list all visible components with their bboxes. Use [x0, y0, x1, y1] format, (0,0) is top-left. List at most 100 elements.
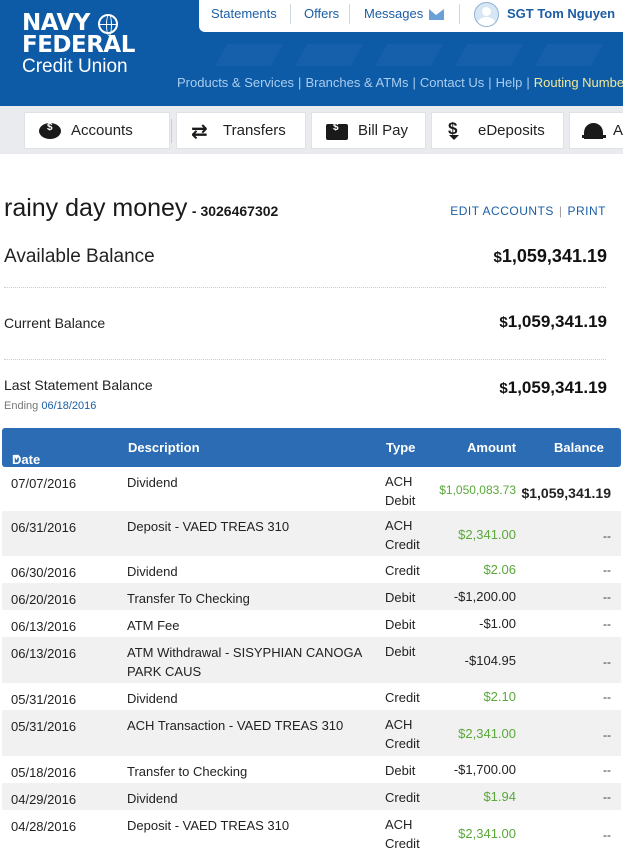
transfer-arrows-icon [191, 119, 213, 144]
available-balance-value: $1,059,341.19 [493, 246, 607, 266]
header-decoration [199, 44, 623, 66]
statements-link[interactable]: Statements [211, 6, 277, 21]
transaction-date: 06/30/2016 [11, 565, 77, 580]
transaction-description: Deposit - VAED TREAS 310 [127, 818, 290, 833]
mail-icon[interactable] [429, 9, 444, 20]
available-balance-label: Available Balance [4, 246, 155, 267]
transaction-description: Deposit - VAED TREAS 310 [127, 519, 290, 534]
transaction-description: ACH Transaction - VAED TREAS 310 [127, 718, 344, 733]
balance-column-header: Balance [554, 440, 604, 455]
table-row[interactable]: 05/18/2016 Transfer to Checking Debit -$1,7… [2, 756, 621, 783]
transaction-date: 05/18/2016 [11, 765, 77, 780]
table-row[interactable]: 06/20/2016 Transfer To Checking Debit -$1,2… [2, 583, 621, 610]
edit-accounts-link[interactable]: EDIT ACCOUNTS [450, 204, 554, 218]
tab-more[interactable]: A [569, 112, 623, 149]
transaction-type: Debit [385, 644, 416, 659]
description-column-header: Description [128, 440, 200, 455]
transaction-description: Dividend [127, 691, 178, 706]
current-balance-value: $1,059,341.19 [499, 312, 607, 331]
offers-link[interactable]: Offers [304, 6, 339, 21]
nav-products-services[interactable]: Products & Services [177, 75, 294, 90]
print-link[interactable]: PRINT [568, 204, 607, 218]
nav-routing-number[interactable]: Routing Number [534, 75, 623, 90]
table-row[interactable]: 07/07/2016 Dividend ACH Debit $1,050,083.73… [2, 467, 621, 511]
table-row[interactable]: 06/13/2016 ATM Fee Debit -$1.00 -- [2, 610, 621, 637]
running-balance: -- [603, 790, 611, 804]
nav-branches-atms[interactable]: Branches & ATMs [305, 75, 408, 90]
table-row[interactable]: 04/29/2016 Dividend Credit $1.94 -- [2, 783, 621, 810]
transaction-type: Debit [385, 763, 416, 778]
transaction-date: 04/29/2016 [11, 792, 77, 807]
divider [459, 4, 460, 24]
transaction-type: ACH Credit [385, 817, 420, 851]
tab-transfers[interactable]: Transfers [176, 112, 306, 149]
transaction-description: ATM Fee [127, 618, 180, 633]
tab-edeposits[interactable]: eDeposits [431, 112, 564, 149]
type-column-header: Type [386, 440, 416, 455]
running-balance: -- [603, 529, 611, 543]
nav-help[interactable]: Help [496, 75, 523, 90]
transaction-type: Debit [385, 617, 416, 632]
running-balance: -- [603, 655, 611, 669]
avatar[interactable] [474, 2, 499, 27]
tab-label: Bill Pay [358, 122, 409, 139]
transaction-description: Transfer To Checking [127, 591, 250, 606]
tab-label: eDeposits [478, 122, 545, 139]
tab-label: Accounts [71, 122, 133, 139]
divider [290, 4, 291, 24]
transaction-date: 07/07/2016 [11, 476, 77, 491]
transaction-date: 04/28/2016 [11, 819, 77, 834]
running-balance: $1,059,341.19 [521, 485, 611, 501]
globe-icon [98, 14, 118, 36]
transaction-type: ACH Debit [385, 474, 416, 508]
transaction-date: 06/20/2016 [11, 592, 77, 607]
bell-icon [582, 122, 606, 139]
transaction-amount: -$1,700.00 [453, 762, 516, 777]
transaction-amount: $1.94 [483, 789, 516, 804]
transaction-description: Transfer to Checking [127, 764, 248, 779]
amount-column-header: Amount [467, 440, 517, 455]
transaction-amount: $2,341.00 [458, 726, 516, 741]
table-row[interactable]: 06/30/2016 Dividend Credit $2.06 -- [2, 556, 621, 583]
envelope-dollar-icon [326, 122, 348, 140]
transaction-type: Credit [385, 690, 420, 705]
statement-ending: Ending 06/18/2016 [4, 400, 97, 412]
tab-bill-pay[interactable]: Bill Pay [311, 112, 426, 149]
statement-date-link[interactable]: 06/18/2016 [41, 400, 96, 412]
running-balance: -- [603, 690, 611, 704]
running-balance: -- [603, 590, 611, 604]
account-actions: EDIT ACCOUNTS | PRINT [450, 204, 606, 218]
divider [4, 359, 606, 360]
transaction-type: Credit [385, 563, 420, 578]
transaction-amount: $2.06 [483, 562, 516, 577]
table-row[interactable]: 05/31/2016 ACH Transaction - VAED TREAS 3… [2, 710, 621, 756]
statement-balance-label: Last Statement Balance [4, 377, 153, 393]
sort-down-icon: ▼ [12, 452, 21, 462]
messages-link[interactable]: Messages [364, 6, 423, 21]
running-balance: -- [603, 828, 611, 842]
current-balance-label: Current Balance [4, 315, 106, 331]
tab-accounts[interactable]: Accounts ▼ [24, 112, 189, 149]
statement-balance-value: $1,059,341.19 [499, 378, 607, 397]
table-row[interactable]: 06/31/2016 Deposit - VAED TREAS 310 ACH Cr… [2, 511, 621, 556]
money-icon [39, 122, 61, 139]
transaction-date: 05/31/2016 [11, 692, 77, 707]
transaction-type: Debit [385, 590, 416, 605]
divider [4, 287, 606, 288]
running-balance: -- [603, 763, 611, 777]
main-nav: Products & Services | Branches & ATMs | Cont… [177, 75, 623, 90]
transaction-amount: $2.10 [483, 689, 516, 704]
user-name[interactable]: SGT Tom Nguyen [507, 6, 615, 21]
transaction-type: ACH Credit [385, 518, 420, 552]
account-title: rainy day money - 3026467302 [4, 194, 278, 223]
table-row[interactable]: 05/31/2016 Dividend Credit $2.10 -- [2, 683, 621, 710]
table-row[interactable]: 06/13/2016 ATM Withdrawal - SISYPHIAN CAN… [2, 637, 621, 683]
transaction-type: Credit [385, 790, 420, 805]
transaction-date: 06/31/2016 [11, 520, 77, 535]
logo-line-3: Credit Union [22, 56, 128, 77]
nav-contact-us[interactable]: Contact Us [420, 75, 484, 90]
navy-federal-logo[interactable]: NAVY FEDERAL Credit Union [22, 12, 135, 78]
table-row[interactable]: 04/28/2016 Deposit - VAED TREAS 310 ACH Cr… [2, 810, 621, 857]
running-balance: -- [603, 728, 611, 742]
tab-label: A [612, 122, 623, 139]
